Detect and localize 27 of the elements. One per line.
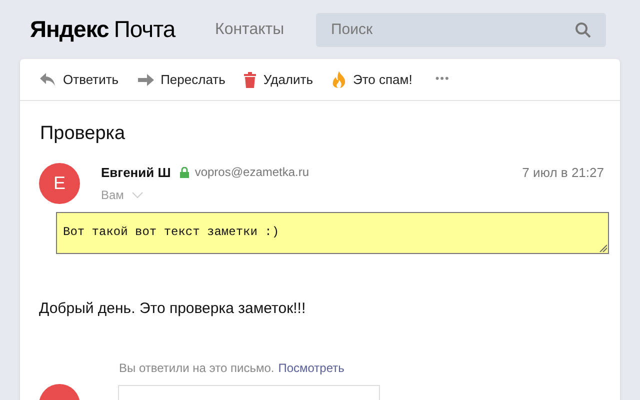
logo-text[interactable]: Почта <box>114 12 176 47</box>
contacts-link[interactable]: Контакты <box>215 18 316 42</box>
message-subject: Проверка <box>39 122 126 146</box>
avatar: Е <box>39 162 80 204</box>
reply-button[interactable]: Ответить <box>40 70 119 90</box>
flame-icon <box>332 71 346 88</box>
delete-button[interactable]: Удалить <box>244 70 314 90</box>
sender-name[interactable]: Евгений Ш <box>101 162 171 182</box>
spam-button[interactable]: Это спам! <box>332 70 412 90</box>
lock-icon <box>180 166 189 178</box>
note-text: Вот такой вот текст заметки :) <box>63 225 280 239</box>
reply-arrow-icon <box>40 73 56 86</box>
sender-email[interactable]: vopros@ezametka.ru <box>194 163 310 182</box>
view-link[interactable]: Посмотреть <box>278 358 344 376</box>
trash-icon <box>244 72 256 88</box>
forward-button[interactable]: Переслать <box>138 70 226 90</box>
logo-text[interactable]: Яндекс <box>30 12 109 47</box>
message-body: Добрый день. Это проверка заметок!!! <box>38 299 307 319</box>
forward-arrow-icon <box>138 74 154 86</box>
note-field[interactable]: Вот такой вот текст заметки :) <box>56 212 609 254</box>
message-date: 7 июл в 21:27 <box>522 164 604 182</box>
more-button[interactable]: ••• <box>435 71 450 88</box>
recipient-label: Вам <box>101 187 124 204</box>
search-icon[interactable] <box>575 22 591 38</box>
search-field[interactable]: Поиск <box>316 12 606 46</box>
resize-handle-icon[interactable] <box>599 244 607 252</box>
replied-notice: Вы ответили на это письмо. <box>119 360 274 376</box>
